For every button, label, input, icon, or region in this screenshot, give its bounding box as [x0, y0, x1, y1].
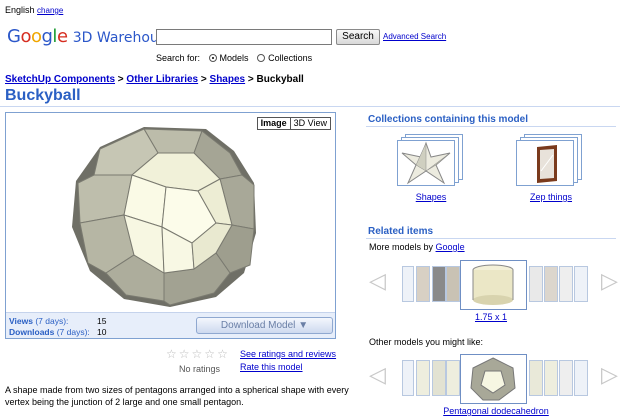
view-toggle: Image 3D View: [256, 117, 331, 130]
change-language-link[interactable]: change: [37, 6, 63, 15]
carousel-thumb[interactable]: [544, 360, 558, 396]
views-value: 15: [97, 316, 107, 326]
no-ratings-text: No ratings: [179, 364, 221, 374]
selected-model-link[interactable]: 1.75 x 1: [431, 312, 551, 322]
download-model-label: Download Model: [220, 320, 296, 331]
carousel-selected-thumb[interactable]: [460, 260, 527, 310]
carousel-thumb[interactable]: [559, 360, 573, 396]
star-empty-icon: ☆: [166, 347, 177, 361]
collection-shapes-link[interactable]: Shapes: [391, 192, 471, 202]
carousel-thumb[interactable]: [416, 266, 430, 302]
collections-radio-label[interactable]: Collections: [268, 53, 312, 63]
views-stat: Views (7 days): 15: [9, 316, 106, 326]
carousel-thumb[interactable]: [446, 266, 460, 302]
models-radio[interactable]: [208, 54, 217, 62]
cylinder-model-icon: [472, 264, 514, 305]
carousel-thumb[interactable]: [574, 266, 588, 302]
rate-model-link[interactable]: Rate this model: [240, 362, 303, 372]
search-for-label: Search for:: [156, 53, 201, 63]
rating-stars: ☆ ☆ ☆ ☆ ☆: [166, 348, 228, 360]
advanced-search-link[interactable]: Advanced Search: [383, 32, 446, 41]
logo-letter: g: [41, 26, 53, 47]
more-by-author: More models by Google: [369, 242, 465, 252]
breadcrumb-link-sketchup-components[interactable]: SketchUp Components: [5, 74, 115, 85]
stack-page: [516, 140, 574, 186]
breadcrumb-separator: >: [247, 74, 254, 85]
breadcrumb-separator: >: [117, 74, 124, 85]
collection-shapes-thumb[interactable]: [397, 134, 463, 186]
downloads-stat: Downloads (7 days): 10: [9, 327, 106, 337]
page-title: Buckyball: [5, 87, 81, 104]
google-3d-warehouse-logo[interactable]: Google 3D Warehouse: [7, 26, 175, 47]
model-stats-bar: Views (7 days): 15 Downloads (7 days): 1…: [6, 312, 335, 338]
collections-heading: Collections containing this model: [368, 114, 529, 125]
framed-mirror-icon: [537, 145, 557, 183]
carousel-next-arrow-icon[interactable]: ▷: [601, 270, 618, 292]
carousel-thumb[interactable]: [416, 360, 430, 396]
views-label: Views: [9, 316, 33, 326]
breadcrumb: SketchUp Components > Other Libraries > …: [5, 74, 304, 85]
related-items-divider: [366, 238, 616, 239]
stack-page: [397, 140, 455, 186]
language-label: English: [5, 5, 35, 15]
collections-radio[interactable]: [257, 54, 266, 62]
might-like-label: Other models you might like:: [369, 337, 484, 347]
search-button[interactable]: Search: [336, 29, 380, 45]
star-empty-icon: ☆: [217, 347, 228, 361]
breadcrumb-separator: >: [200, 74, 207, 85]
breadcrumb-current: Buckyball: [256, 74, 304, 85]
dropdown-arrow-icon: ▼: [298, 320, 309, 331]
views-period: (7 days):: [35, 316, 69, 326]
carousel-thumb[interactable]: [529, 266, 543, 302]
carousel-thumb[interactable]: [529, 360, 543, 396]
buckyball-model-image: [72, 127, 256, 307]
see-ratings-link[interactable]: See ratings and reviews: [240, 349, 336, 359]
tab-3d-view[interactable]: 3D View: [291, 118, 330, 129]
carousel-prev-arrow-icon[interactable]: ◁: [369, 364, 386, 386]
model-description: A shape made from two sizes of pentagons…: [5, 385, 349, 407]
carousel-thumb[interactable]: [574, 360, 588, 396]
carousel-thumb[interactable]: [432, 360, 446, 396]
more-by-author-carousel: [402, 260, 592, 310]
logo-letter: G: [7, 26, 21, 47]
downloads-period: (7 days):: [56, 327, 90, 337]
carousel-thumb[interactable]: [402, 266, 414, 302]
star-empty-icon: ☆: [178, 347, 190, 361]
language-selector: English change: [5, 5, 63, 15]
title-divider: [0, 106, 620, 107]
models-radio-label[interactable]: Models: [220, 53, 249, 63]
related-items-heading: Related items: [368, 226, 434, 237]
carousel-thumb[interactable]: [544, 266, 558, 302]
download-model-button[interactable]: Download Model ▼: [196, 317, 333, 334]
author-link[interactable]: Google: [436, 242, 465, 252]
logo-letter: o: [20, 26, 31, 47]
logo-letter: e: [56, 26, 68, 47]
might-like-carousel: [402, 354, 592, 404]
carousel-prev-arrow-icon[interactable]: ◁: [369, 270, 386, 292]
model-viewer: Image 3D View Views (7 days): 15 Downloa…: [5, 112, 336, 339]
carousel-thumb[interactable]: [559, 266, 573, 302]
dodecahedron-model-icon: [470, 357, 516, 401]
search-input[interactable]: [156, 29, 332, 45]
star-empty-icon: ☆: [204, 347, 216, 361]
logo-letter: o: [30, 26, 42, 47]
star-polyhedron-icon: [401, 141, 451, 185]
carousel-selected-thumb[interactable]: [460, 354, 527, 404]
downloads-value: 10: [97, 327, 107, 337]
carousel-thumb[interactable]: [432, 266, 446, 302]
collection-zep-things-link[interactable]: Zep things: [511, 192, 591, 202]
search-scope: Search for: Models Collections: [156, 53, 312, 63]
selected-model-link[interactable]: Pentagonal dodecahedron: [436, 406, 556, 416]
collections-divider: [366, 126, 616, 127]
star-empty-icon: ☆: [191, 347, 203, 361]
downloads-label: Downloads: [9, 327, 55, 337]
breadcrumb-link-shapes[interactable]: Shapes: [210, 74, 246, 85]
carousel-next-arrow-icon[interactable]: ▷: [601, 364, 618, 386]
carousel-thumb[interactable]: [402, 360, 414, 396]
more-by-label: More models by: [369, 242, 434, 252]
collection-zep-things-thumb[interactable]: [516, 134, 582, 186]
breadcrumb-link-other-libraries[interactable]: Other Libraries: [126, 74, 198, 85]
carousel-thumb[interactable]: [446, 360, 460, 396]
